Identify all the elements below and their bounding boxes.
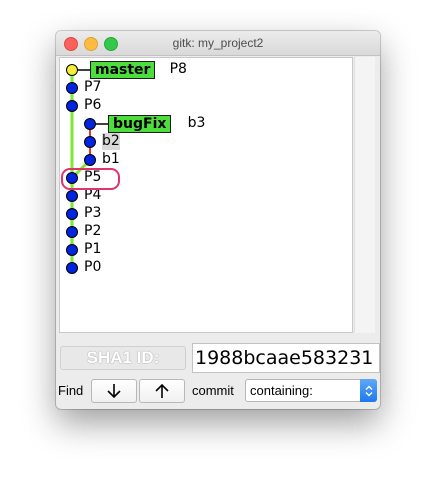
window-title: gitk: my_project2 (172, 36, 264, 50)
branch-tag-bugFix[interactable]: bugFix (108, 115, 172, 133)
gitk-window: gitk: my_project2 master P8 P7 P6 bugFix b3 b2… (56, 31, 380, 409)
commit-label[interactable]: b3 (188, 115, 206, 132)
commit-dot (66, 244, 78, 256)
commit-label[interactable]: P1 (84, 241, 101, 258)
find-next-button[interactable] (91, 379, 137, 403)
commit-graph (66, 64, 108, 274)
commit-label[interactable]: P3 (84, 205, 101, 222)
find-label: Find (58, 383, 84, 398)
find-previous-button[interactable] (139, 379, 185, 403)
graph-scrollbar[interactable] (354, 57, 375, 333)
commit-dot (66, 100, 78, 112)
commit-label[interactable]: b1 (102, 151, 120, 168)
commit-dot (66, 262, 78, 274)
find-row: Find commit containing: (56, 379, 380, 403)
commit-label[interactable]: P0 (84, 259, 101, 276)
commit-graph-pane[interactable]: master P8 P7 P6 bugFix b3 b2 b1 P5 P4 P3 P2 P1 P0 (59, 57, 353, 333)
commit-dot (66, 226, 78, 238)
commit-dot (84, 136, 96, 148)
commit-label[interactable]: P2 (84, 223, 101, 240)
commit-label[interactable]: b2 (102, 133, 120, 150)
commit-dot (84, 118, 96, 130)
branch-tag-master[interactable]: master (90, 61, 156, 79)
find-commit-label: commit (192, 383, 234, 398)
commit-label[interactable]: P6 (84, 97, 101, 114)
sha1-id-field[interactable]: 1988bcaae583231 (192, 343, 380, 373)
commit-dot (66, 208, 78, 220)
title-bar[interactable]: gitk: my_project2 (56, 31, 380, 56)
highlight-ring (61, 168, 120, 190)
sha1-id-label: SHA1 ID: (60, 346, 186, 370)
arrow-down-icon (107, 384, 121, 399)
commit-label[interactable]: P8 (170, 61, 187, 78)
commit-dot (66, 82, 78, 94)
commit-dot (84, 154, 96, 166)
commit-label[interactable]: P7 (84, 79, 101, 96)
chevron-updown-icon[interactable] (360, 379, 377, 402)
arrow-up-icon (155, 383, 169, 398)
find-mode-select[interactable]: containing: (245, 379, 377, 402)
commit-dot (66, 190, 78, 202)
find-mode-value: containing: (250, 383, 313, 398)
sha-row: SHA1 ID: 1988bcaae583231 (56, 343, 380, 375)
commit-dot (66, 64, 78, 76)
